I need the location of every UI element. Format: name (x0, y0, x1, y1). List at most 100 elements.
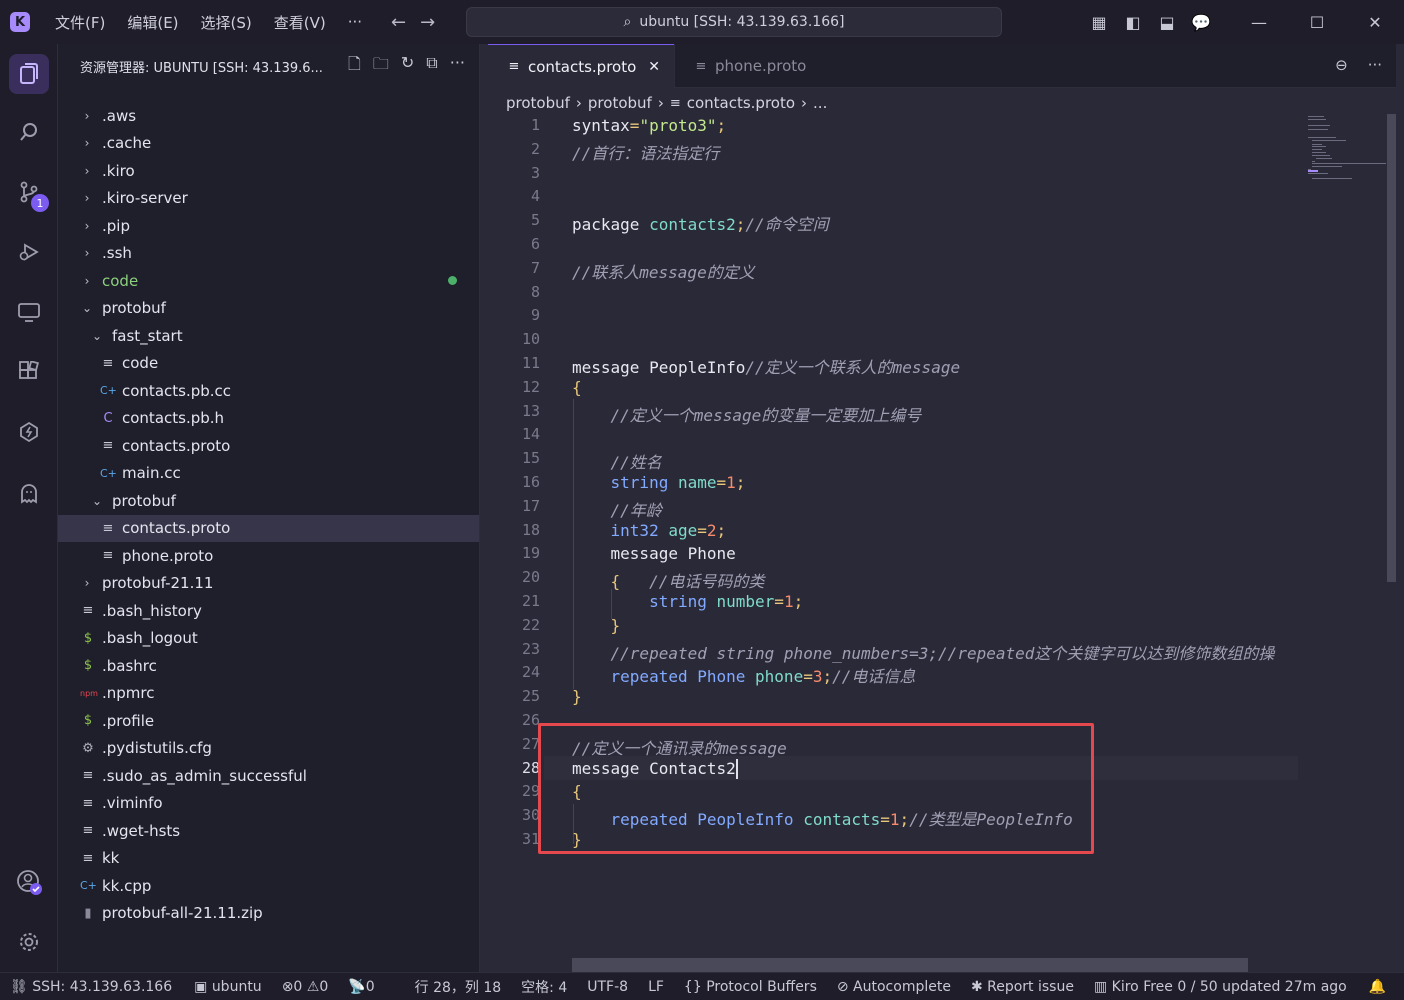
menu-more[interactable]: ··· (337, 13, 373, 31)
editor-more-icon[interactable]: ··· (1368, 56, 1382, 74)
command-center-search[interactable]: ⌕ ubuntu [SSH: 43.139.63.166] (466, 7, 1002, 37)
chevron-right-icon: › (801, 94, 808, 112)
code-token: //联系人message的定义 (572, 262, 755, 282)
kiro-icon[interactable] (9, 412, 49, 452)
tree-item[interactable]: › protobuf-21.11 (58, 570, 479, 597)
toggle-panel-icon[interactable]: ⬓ (1150, 13, 1184, 32)
collapse-all-icon[interactable]: ⧉ (426, 53, 437, 80)
minimap[interactable] (1300, 114, 1396, 972)
breadcrumb-item[interactable]: contacts.proto (687, 94, 795, 112)
tree-item[interactable]: › .ssh (58, 240, 479, 267)
tree-item[interactable]: › code (58, 267, 479, 294)
menu-view[interactable]: 查看(V) (263, 12, 337, 33)
code-token: Phone (697, 667, 756, 687)
tree-item[interactable]: ⌄ fast_start (58, 322, 479, 349)
tree-item[interactable]: ≡ .bash_history (58, 597, 479, 624)
tab-phone-proto[interactable]: ≡ phone.proto (674, 44, 830, 88)
vertical-scrollbar[interactable] (1387, 114, 1396, 582)
tree-item[interactable]: ≡ .viminfo (58, 790, 479, 817)
autocomplete-toggle[interactable]: ⊘ Autocomplete (837, 979, 951, 995)
tab-close-icon[interactable]: ✕ (648, 59, 660, 75)
line-number: 7 (530, 258, 540, 277)
toggle-sidebar-icon[interactable]: ◧ (1116, 13, 1150, 32)
code-token: { (610, 572, 621, 592)
line-number: 4 (530, 187, 540, 206)
search-view-icon[interactable] (9, 112, 49, 152)
menu-selection[interactable]: 选择(S) (190, 12, 263, 33)
tree-item[interactable]: npm .npmrc (58, 680, 479, 707)
menu-edit[interactable]: 编辑(E) (116, 12, 189, 33)
error-icon: ⊗ (281, 978, 294, 995)
tree-item[interactable]: C+ kk.cpp (58, 872, 479, 899)
cursor-position[interactable]: 行 28，列 18 (415, 977, 502, 997)
ghost-icon[interactable] (9, 474, 49, 514)
account-icon[interactable] (9, 862, 49, 902)
remote-indicator[interactable]: ⛓ SSH: 43.139.63.166 (10, 979, 172, 995)
tree-item[interactable]: $ .profile (58, 707, 479, 734)
notifications-bell-icon[interactable]: 🔔 (1369, 979, 1386, 995)
more-actions-icon[interactable]: ··· (450, 53, 465, 80)
indentation[interactable]: 空格: 4 (521, 977, 567, 997)
warning-icon: ⚠ (306, 978, 320, 995)
maximize-icon[interactable]: ☐ (1288, 13, 1346, 32)
code-token: syntax (572, 116, 630, 135)
source-control-icon[interactable]: 1 (9, 172, 49, 212)
kiro-usage[interactable]: ▥ Kiro Free 0 / 50 updated 27m ago (1094, 979, 1347, 995)
tree-item[interactable]: Ccontacts.pb.h (58, 405, 479, 432)
refresh-icon[interactable]: ↻ (401, 53, 414, 80)
tree-item[interactable]: › .kiro (58, 157, 479, 184)
forward-arrow-icon[interactable]: → (420, 12, 435, 33)
report-issue[interactable]: ✱ Report issue (971, 979, 1074, 995)
run-debug-icon[interactable] (9, 232, 49, 272)
problems-indicator[interactable]: ⊗0 ⚠0 (282, 979, 329, 995)
settings-gear-icon[interactable] (9, 922, 49, 962)
tree-item[interactable]: ≡ .wget-hsts (58, 817, 479, 844)
tree-item[interactable]: $ .bashrc (58, 652, 479, 679)
chat-icon[interactable]: 💬 (1184, 13, 1218, 32)
ports-indicator[interactable]: 📡0 (348, 979, 374, 995)
tree-item[interactable]: ≡ phone.proto (58, 542, 479, 569)
menu-file[interactable]: 文件(F) (44, 12, 116, 33)
file-lines-icon: ≡ (82, 795, 94, 811)
extensions-icon[interactable] (9, 352, 49, 392)
tree-item[interactable]: $ .bash_logout (58, 625, 479, 652)
tree-item[interactable]: ⌄ protobuf (58, 295, 479, 322)
language-mode[interactable]: {} Protocol Buffers (684, 979, 817, 995)
tab-label: phone.proto (715, 57, 807, 75)
split-editor-icon[interactable]: ⊖ (1335, 56, 1348, 74)
line-ending[interactable]: LF (648, 979, 664, 995)
tree-item[interactable]: ≡ .sudo_as_admin_successful (58, 762, 479, 789)
editor-tab-bar: ≡ contacts.proto ✕ ≡ phone.proto ⊖ ··· (488, 44, 1396, 88)
tree-item[interactable]: › .aws (58, 102, 479, 129)
breadcrumb-item[interactable]: protobuf (588, 94, 652, 112)
tab-contacts-proto[interactable]: ≡ contacts.proto ✕ (488, 44, 674, 88)
tree-item[interactable]: ⚙ .pydistutils.cfg (58, 735, 479, 762)
tree-item[interactable]: ≡ kk (58, 845, 479, 872)
new-file-icon[interactable]: 🗋 (348, 53, 361, 80)
remote-explorer-icon[interactable] (9, 292, 49, 332)
tree-item[interactable]: ≡ code (58, 350, 479, 377)
host-indicator[interactable]: ▣ ubuntu (194, 979, 262, 995)
tree-item[interactable]: ≡ contacts.proto (58, 514, 479, 542)
code-token: package (572, 215, 650, 235)
tree-item[interactable]: ▮ protobuf-all-21.11.zip (58, 900, 479, 927)
layout-icon[interactable]: ▦ (1082, 13, 1116, 32)
tree-item[interactable]: › .cache (58, 130, 479, 157)
tree-item[interactable]: › .pip (58, 212, 479, 239)
encoding[interactable]: UTF-8 (587, 979, 628, 995)
tree-item[interactable]: ⌄ protobuf (58, 487, 479, 514)
tree-item[interactable]: C+ main.cc (58, 460, 479, 487)
code-line: string number=1; (572, 592, 803, 611)
new-folder-icon[interactable]: 🗀 (373, 53, 389, 80)
close-window-icon[interactable]: ✕ (1346, 13, 1404, 32)
explorer-icon[interactable] (9, 54, 49, 94)
tree-item[interactable]: › .kiro-server (58, 185, 479, 212)
tree-item[interactable]: C+ contacts.pb.cc (58, 377, 479, 404)
breadcrumb-item[interactable]: ... (813, 94, 827, 112)
horizontal-scrollbar[interactable] (572, 958, 1248, 972)
tree-item[interactable]: ≡ contacts.proto (58, 432, 479, 459)
breadcrumb-item[interactable]: protobuf (506, 94, 570, 112)
minimize-icon[interactable]: — (1230, 13, 1288, 32)
back-arrow-icon[interactable]: ← (391, 12, 406, 33)
